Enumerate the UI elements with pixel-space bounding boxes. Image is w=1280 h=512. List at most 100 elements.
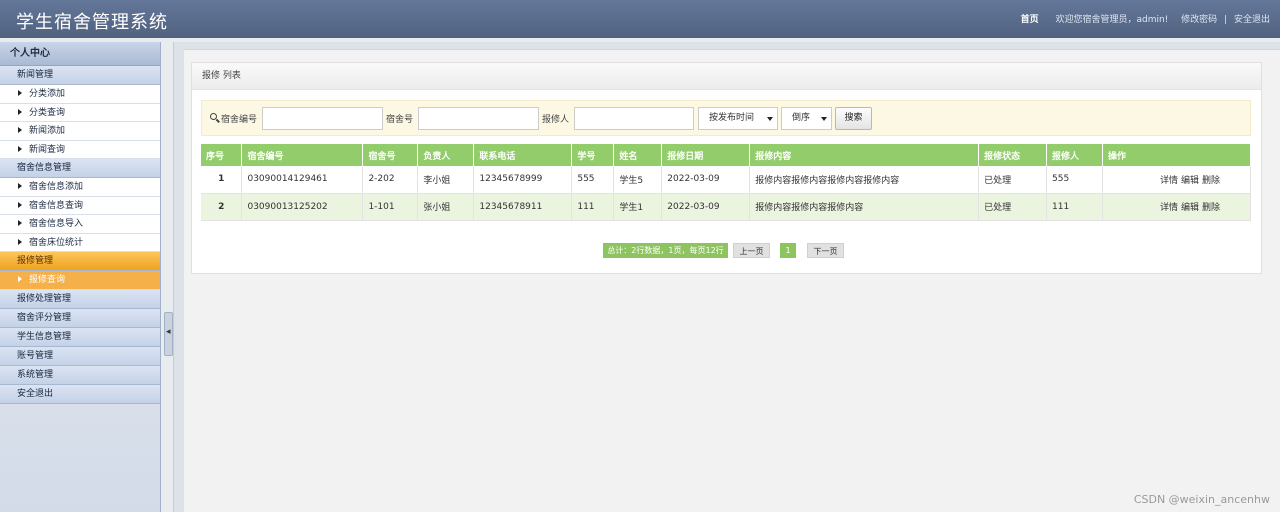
logout-link[interactable]: 安全退出 <box>1234 15 1270 25</box>
sidebar-item-label: 新闻添加 <box>29 126 66 136</box>
cell-name: 学生5 <box>613 166 663 194</box>
arrow-right-icon <box>18 238 22 245</box>
reporter-input[interactable] <box>574 107 694 130</box>
chevron-left-icon: ◂ <box>166 327 171 337</box>
cell-name: 学生1 <box>613 193 663 221</box>
cell-index: 1 <box>201 166 243 194</box>
sidebar-group-repair[interactable]: 报修管理 <box>0 252 160 271</box>
col-header: 联系电话 <box>473 144 573 166</box>
cell-student-id: 111 <box>571 193 615 221</box>
sidebar-collapse-handle[interactable]: ◂ <box>164 312 173 356</box>
col-header: 序号 <box>201 144 243 166</box>
app-title: 学生宿舍管理系统 <box>16 12 168 33</box>
col-header: 姓名 <box>613 144 663 166</box>
sidebar-item-dorm-query[interactable]: 宿舍信息查询 <box>0 196 160 215</box>
sidebar-item-category-query[interactable]: 分类查询 <box>0 103 160 122</box>
search-icon <box>210 113 217 120</box>
panel-title: 报修 列表 <box>192 63 1261 90</box>
edit-link[interactable]: 编辑 <box>1181 203 1199 213</box>
arrow-right-icon <box>18 220 22 226</box>
col-header: 报修日期 <box>661 144 751 166</box>
detail-link[interactable]: 详情 <box>1160 176 1178 186</box>
sidebar-group-news[interactable]: 新闻管理 <box>0 66 160 85</box>
table-row: 1 03090014129461 2-202 李小姐 12345678999 5… <box>201 166 1251 194</box>
cell-actions: 详情 编辑 删除 <box>1102 193 1251 221</box>
welcome-text: 欢迎您宿舍管理员，admin! <box>1055 15 1169 25</box>
col-header: 报修人 <box>1046 144 1103 166</box>
dorm-code-input[interactable] <box>262 107 383 130</box>
cell-phone: 12345678911 <box>473 193 573 221</box>
sidebar: 个人中心 新闻管理 分类添加 分类查询 新闻添加 新闻查询 宿舍信息管理 宿舍信… <box>0 42 161 512</box>
sidebar-item-label: 新闻查询 <box>29 144 66 155</box>
cell-student-id: 555 <box>571 166 615 194</box>
watermark: CSDN @weixin_ancenhw <box>1133 493 1270 506</box>
sidebar-group-logout[interactable]: 安全退出 <box>0 384 160 404</box>
sort-order-select[interactable]: 倒序 <box>781 107 832 130</box>
current-page[interactable]: 1 <box>780 243 796 258</box>
cell-reporter: 111 <box>1046 193 1103 221</box>
col-header: 学号 <box>571 144 615 166</box>
arrow-right-icon <box>18 201 22 208</box>
cell-manager: 李小姐 <box>417 166 475 194</box>
sidebar-item-repair-query[interactable]: 报修查询 <box>0 271 160 290</box>
sidebar-item-label: 宿舍信息查询 <box>29 200 84 211</box>
repair-table: 序号 宿舍编号 宿舍号 负责人 联系电话 学号 姓名 报修日期 报修内容 报修状… <box>201 144 1251 221</box>
home-link[interactable]: 首页 <box>1021 15 1039 25</box>
delete-link[interactable]: 删除 <box>1202 203 1220 213</box>
sort-field-value: 按发布时间 <box>709 113 755 123</box>
arrow-right-icon <box>18 145 22 152</box>
sidebar-item-bed-stats[interactable]: 宿舍床位统计 <box>0 233 160 252</box>
cell-dorm-no: 1-101 <box>362 193 419 221</box>
col-header: 宿舍编号 <box>241 144 364 166</box>
sidebar-group-repair-handling[interactable]: 报修处理管理 <box>0 289 160 309</box>
col-header: 报修内容 <box>749 144 980 166</box>
sort-field-select[interactable]: 按发布时间 <box>698 107 778 130</box>
sort-order-value: 倒序 <box>792 113 811 123</box>
col-header: 操作 <box>1102 144 1251 166</box>
detail-link[interactable]: 详情 <box>1160 203 1178 213</box>
pagination-info: 总计：2行数据，1页，每页12行 <box>603 243 728 258</box>
sidebar-item-news-query[interactable]: 新闻查询 <box>0 140 160 159</box>
sidebar-item-label: 分类查询 <box>29 107 66 118</box>
cell-dorm-code: 03090013125202 <box>241 193 364 221</box>
prev-page-button[interactable]: 上一页 <box>733 243 770 258</box>
sidebar-item-dorm-add[interactable]: 宿舍信息添加 <box>0 178 160 197</box>
top-header: 学生宿舍管理系统 首页 欢迎您宿舍管理员，admin! 修改密码 | 安全退出 <box>0 0 1280 38</box>
col-header: 负责人 <box>417 144 475 166</box>
sidebar-group-accounts[interactable]: 账号管理 <box>0 346 160 366</box>
sidebar-item-label: 宿舍信息导入 <box>29 219 84 229</box>
change-password-link[interactable]: 修改密码 <box>1181 15 1217 25</box>
cell-manager: 张小姐 <box>417 193 475 221</box>
dorm-no-input[interactable] <box>418 107 539 130</box>
sidebar-item-label: 宿舍信息添加 <box>29 182 84 192</box>
cell-date: 2022-03-09 <box>661 166 751 194</box>
table-header-row: 序号 宿舍编号 宿舍号 负责人 联系电话 学号 姓名 报修日期 报修内容 报修状… <box>201 144 1251 166</box>
sidebar-heading[interactable]: 个人中心 <box>0 42 160 66</box>
table-row: 2 03090013125202 1-101 张小姐 12345678911 1… <box>201 193 1251 221</box>
arrow-right-icon <box>18 276 22 282</box>
sidebar-item-label: 分类添加 <box>29 89 66 99</box>
header-user-links: 首页 欢迎您宿舍管理员，admin! 修改密码 | 安全退出 <box>1017 12 1270 25</box>
arrow-right-icon <box>18 183 22 189</box>
dorm-code-label: 宿舍编号 <box>221 115 258 125</box>
caret-down-icon <box>767 117 773 121</box>
cell-dorm-no: 2-202 <box>362 166 419 194</box>
sidebar-group-dorm-rating[interactable]: 宿舍评分管理 <box>0 308 160 328</box>
sidebar-group-dorm[interactable]: 宿舍信息管理 <box>0 159 160 178</box>
search-button[interactable]: 搜索 <box>835 107 872 130</box>
sidebar-group-system[interactable]: 系统管理 <box>0 365 160 385</box>
search-bar: 宿舍编号 宿舍号 报修人 按发布时间 倒序 搜索 <box>201 100 1251 136</box>
col-header: 宿舍号 <box>362 144 419 166</box>
cell-phone: 12345678999 <box>473 166 573 194</box>
sidebar-item-news-add[interactable]: 新闻添加 <box>0 122 160 141</box>
next-page-button[interactable]: 下一页 <box>807 243 844 258</box>
cell-content: 报修内容报修内容报修内容 <box>749 193 980 221</box>
sidebar-group-student-info[interactable]: 学生信息管理 <box>0 327 160 347</box>
sidebar-item-dorm-import[interactable]: 宿舍信息导入 <box>0 215 160 234</box>
delete-link[interactable]: 删除 <box>1202 176 1220 186</box>
sidebar-item-label: 宿舍床位统计 <box>29 237 84 248</box>
header-separator: | <box>1224 15 1228 25</box>
sidebar-item-category-add[interactable]: 分类添加 <box>0 85 160 104</box>
edit-link[interactable]: 编辑 <box>1181 176 1199 186</box>
cell-date: 2022-03-09 <box>661 193 751 221</box>
